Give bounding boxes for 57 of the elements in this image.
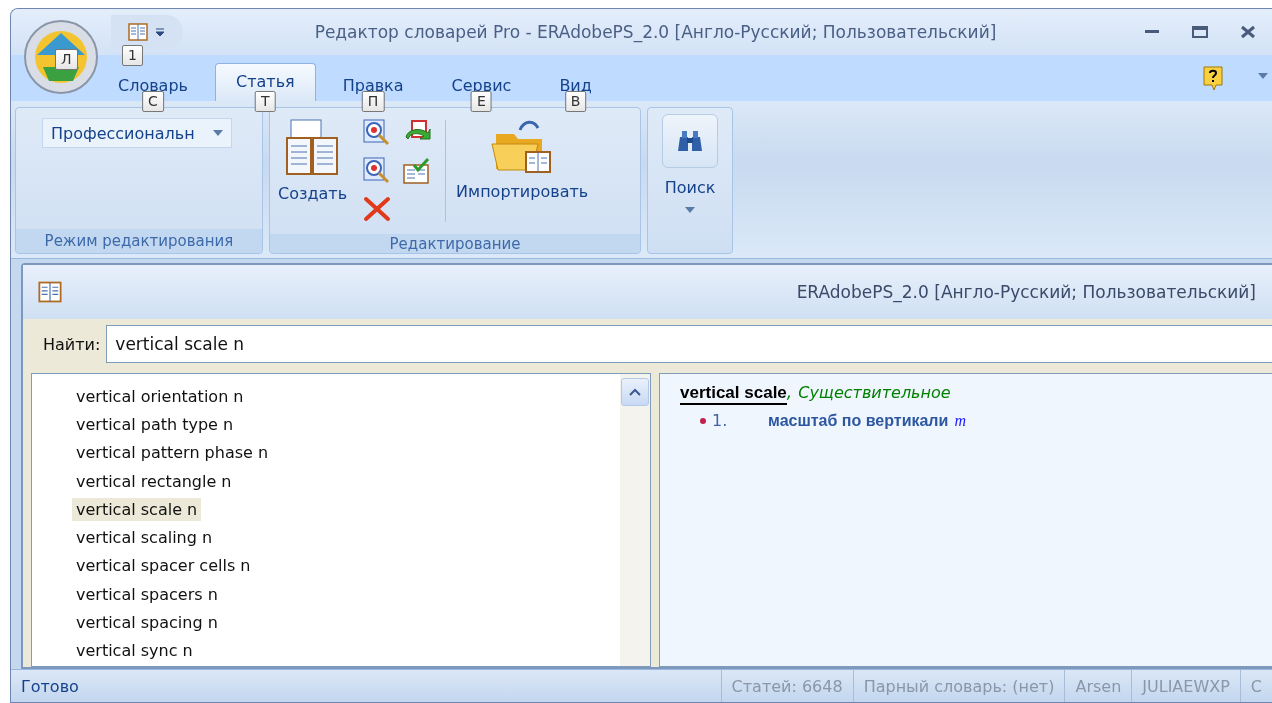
- mode-dropdown[interactable]: Профессиональн: [42, 118, 232, 148]
- key-tip: Л: [55, 49, 78, 70]
- window-title: Редактор словарей Pro - ERAdobePS_2.0 [Англо-Русский; Пользовательский]: [313, 22, 998, 42]
- binoculars-icon: [677, 129, 703, 153]
- key-tip: П: [361, 91, 385, 112]
- caret-icon: [213, 130, 223, 136]
- scroll-up-button[interactable]: [621, 378, 649, 406]
- status-text: C: [1239, 670, 1272, 702]
- sense-number: 1.: [712, 411, 729, 430]
- find-field[interactable]: vertical scale n: [106, 325, 1272, 363]
- group-label: Редактирование: [270, 234, 640, 253]
- book-icon: [127, 21, 149, 43]
- create-button[interactable]: Создать: [276, 114, 350, 228]
- close-icon: [363, 196, 392, 222]
- book-icon: [37, 279, 63, 305]
- minimize-icon: [1145, 30, 1159, 34]
- entry-item[interactable]: vertical spacing n: [72, 611, 222, 634]
- dictionary-button[interactable]: [127, 21, 149, 43]
- entry-item[interactable]: vertical scale n: [72, 497, 202, 521]
- gender: m: [954, 412, 966, 430]
- caret-icon: [685, 207, 695, 213]
- status-text: Статей: 6648: [720, 670, 853, 702]
- entry-item[interactable]: vertical sync n: [72, 639, 197, 663]
- key-tip: В: [564, 91, 587, 112]
- status-text: Arsen: [1064, 670, 1132, 702]
- find-label: Найти:: [43, 334, 101, 354]
- entry-item[interactable]: vertical scaling n: [72, 526, 217, 550]
- document-title: ERAdobePS_2.0 [Англо-Русский; Пользовательский]: [796, 282, 1256, 302]
- maximize-icon: [1192, 26, 1208, 38]
- delete-button[interactable]: [363, 196, 392, 222]
- entry-item[interactable]: vertical pattern phase n: [72, 441, 273, 465]
- customize-icon: [155, 27, 165, 37]
- key-tip: 1: [122, 45, 143, 66]
- key-tip: Е: [471, 91, 492, 112]
- part-of-speech: Существительное: [798, 383, 951, 402]
- caret-icon: [1258, 73, 1268, 79]
- entry-item[interactable]: vertical orientation n: [72, 384, 248, 408]
- entry-item[interactable]: vertical path type n: [72, 412, 238, 436]
- bullet-icon: [700, 417, 706, 424]
- chevron-up-icon: [629, 388, 641, 396]
- help-button[interactable]: [1202, 65, 1224, 91]
- import-button[interactable]: Импортировать: [454, 114, 591, 228]
- key-tip: Т: [255, 91, 276, 112]
- status-text: Готово: [20, 675, 80, 698]
- status-text: Парный словарь: (нет): [852, 670, 1065, 702]
- status-text: JULIAEWXP: [1131, 670, 1240, 702]
- entry-item[interactable]: vertical spacers n: [72, 582, 222, 606]
- group-label: Режим редактирования: [16, 229, 262, 253]
- entry-item[interactable]: vertical spacer cells n: [72, 554, 255, 578]
- close-icon: [1240, 25, 1256, 39]
- book-icon: [284, 118, 341, 178]
- key-tip: С: [142, 91, 164, 112]
- separator: ,: [786, 382, 793, 402]
- search-button[interactable]: Поиск: [648, 108, 732, 219]
- entry-item[interactable]: vertical rectangle n: [72, 469, 236, 493]
- headword: vertical scale: [680, 383, 787, 405]
- translation: масштаб по вертикали: [768, 412, 949, 430]
